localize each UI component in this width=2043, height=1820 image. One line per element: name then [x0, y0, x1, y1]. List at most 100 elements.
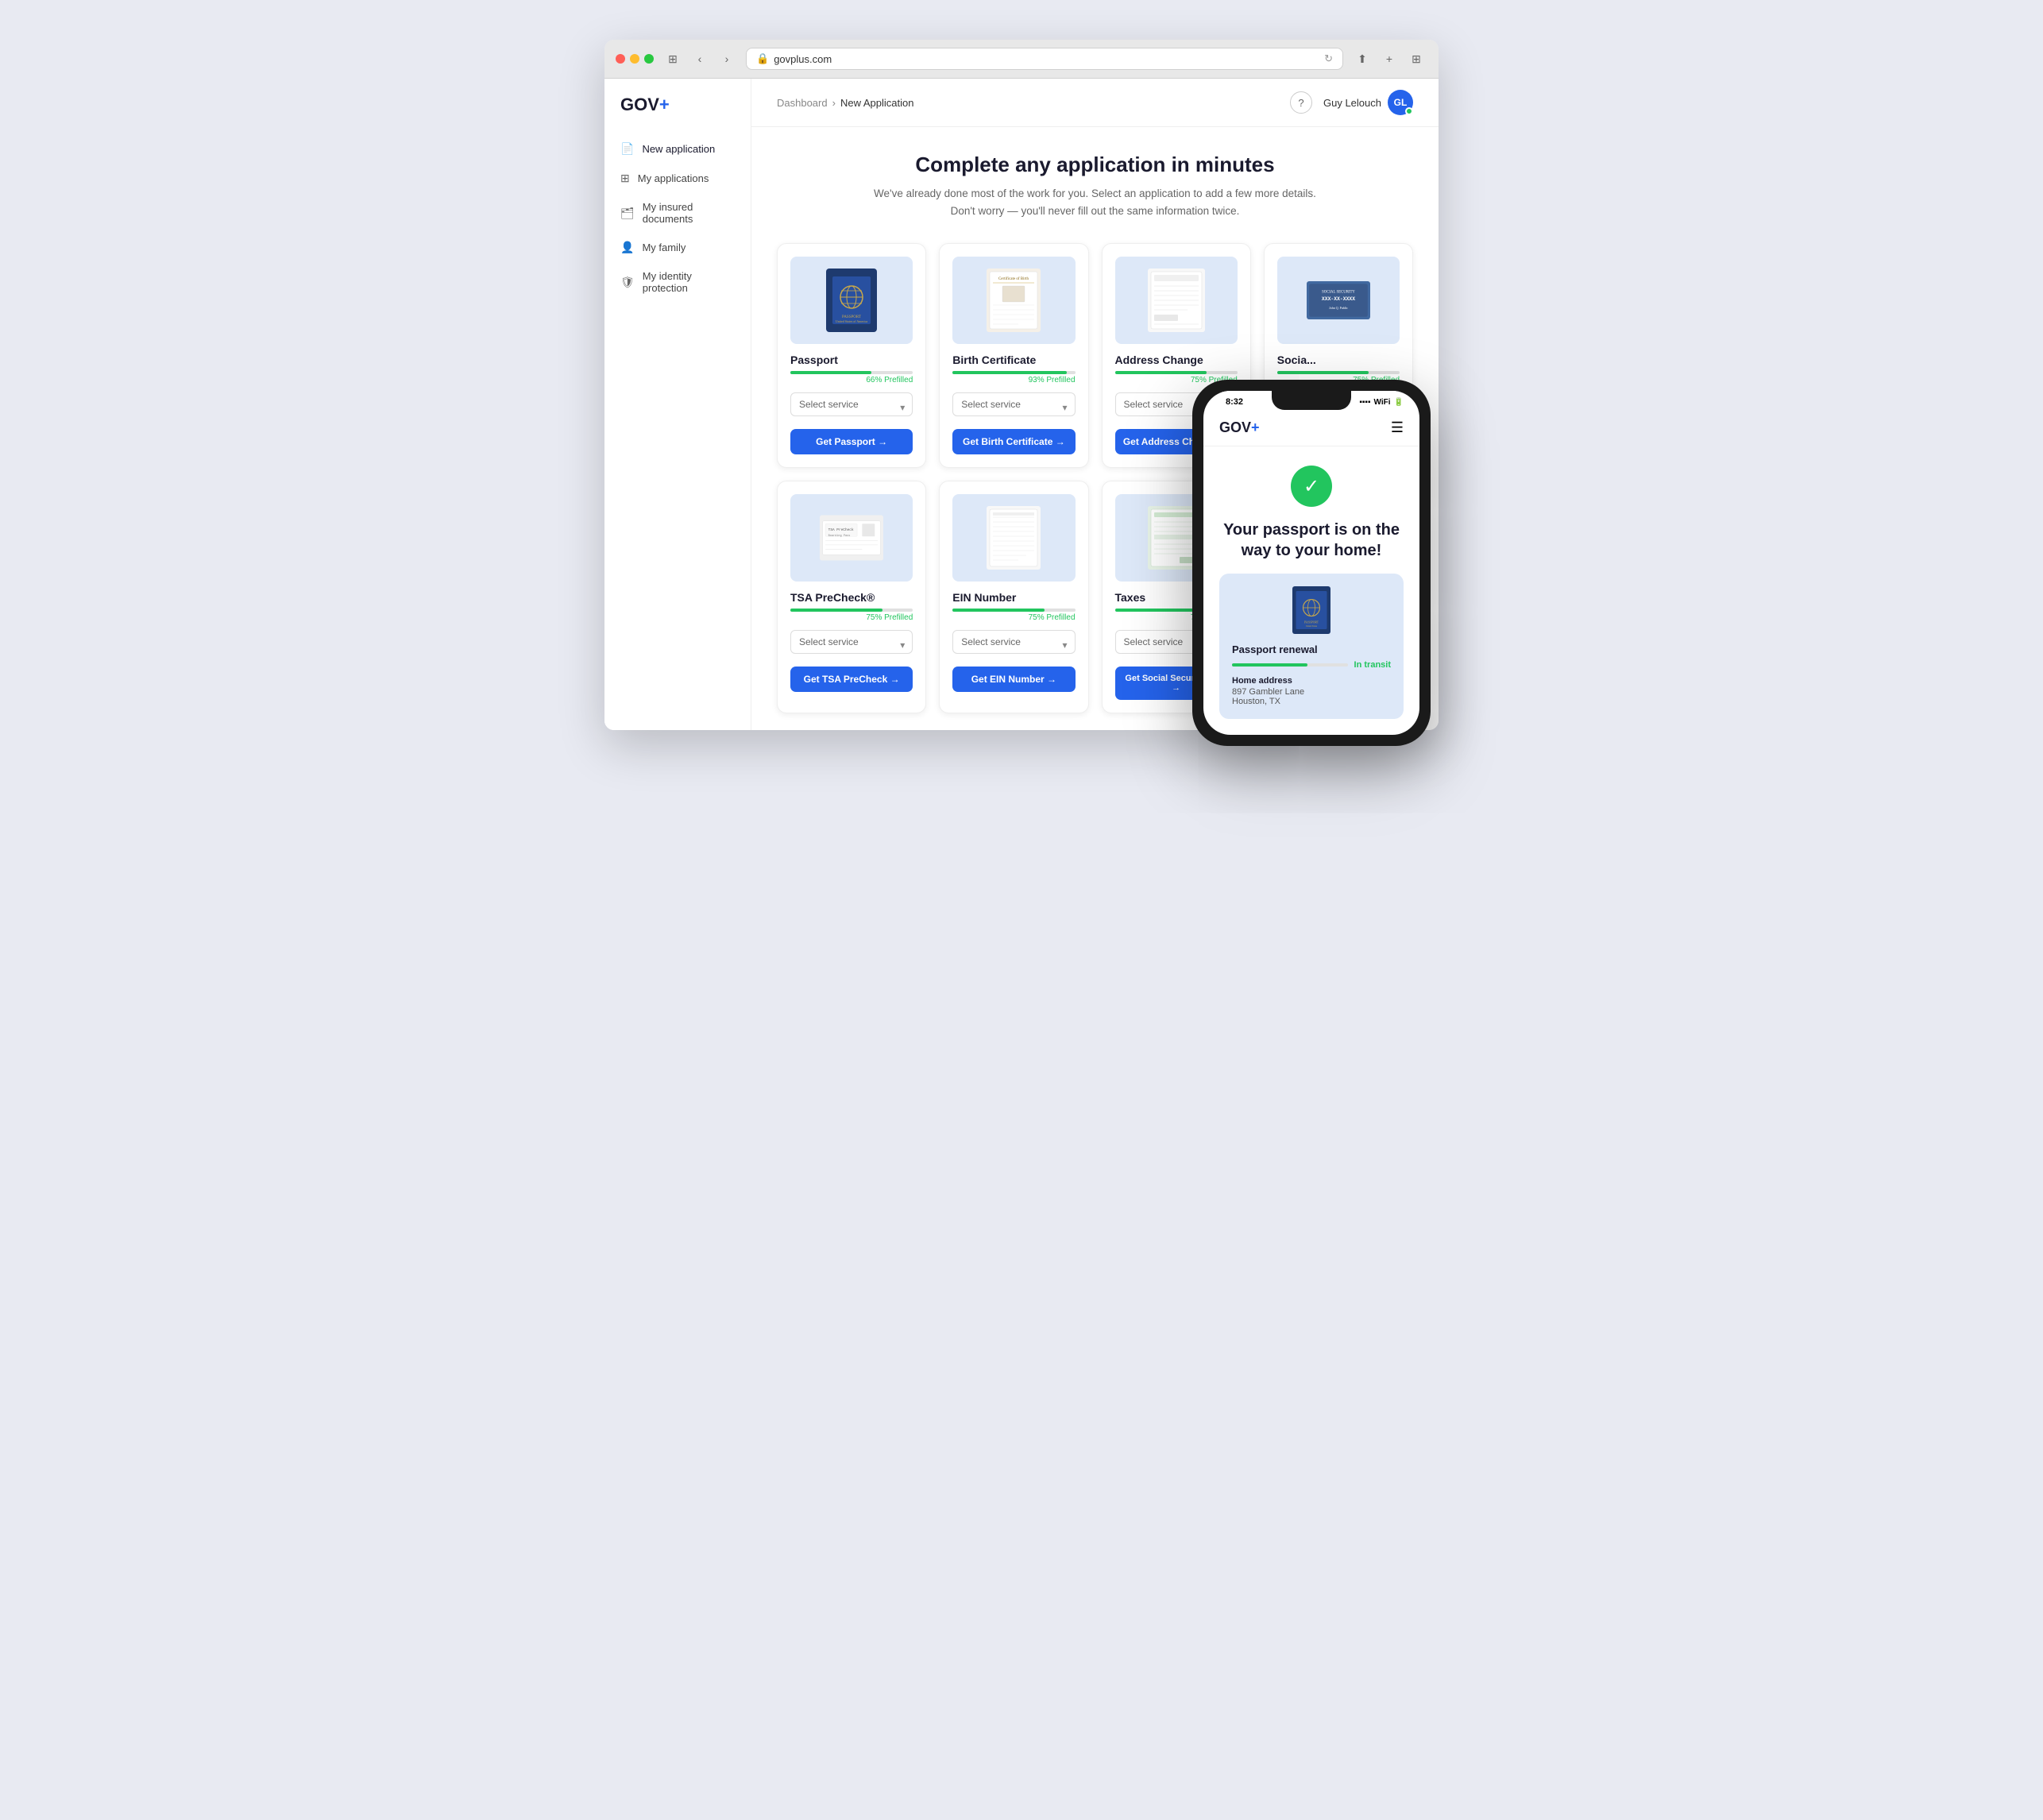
logo-plus: + [659, 95, 670, 114]
insured-documents-icon: 🗂 [620, 207, 635, 220]
get-passport-button[interactable]: Get Passport → [790, 429, 913, 454]
my-family-icon: 👤 [620, 241, 634, 254]
get-tsa-button[interactable]: Get TSA PreCheck → [790, 667, 913, 692]
svg-text:Certificate of Birth: Certificate of Birth [998, 277, 1029, 281]
address-change-title: Address Change [1115, 354, 1238, 366]
birth-certificate-prefill-label: 93% Prefilled [952, 376, 1075, 384]
ein-title: EIN Number [952, 591, 1075, 604]
social-security-icon: SOCIAL SECURITY XXX-XX-XXXX John Q. Publ… [1307, 280, 1370, 320]
passport-title: Passport [790, 354, 913, 366]
passport-select-wrapper: Select service [790, 392, 913, 423]
sidebar-label-new-application: New application [642, 143, 715, 155]
page-subtitle: We've already done most of the work for … [777, 185, 1413, 219]
phone-logo-gov: GOV [1219, 419, 1251, 435]
logo-gov: GOV [620, 95, 659, 114]
phone-screen: 8:32 ▪▪▪▪ WiFi 🔋 GOV+ ☰ [1203, 391, 1419, 735]
sidebar-item-insured-documents[interactable]: 🗂 My insured documents [604, 193, 751, 233]
breadcrumb-separator: › [832, 97, 836, 109]
address-change-prefill-fill [1115, 371, 1207, 374]
address-line2: Houston, TX [1232, 697, 1391, 706]
get-birth-certificate-button[interactable]: Get Birth Certificate → [952, 429, 1075, 454]
sidebar-item-my-applications[interactable]: ⊞ My applications [604, 164, 751, 193]
subtitle-line1: We've already done most of the work for … [874, 187, 1316, 199]
passport-image: PASSPORT United States of America [790, 257, 913, 344]
address-section: Home address 897 Gambler Lane Houston, T… [1232, 676, 1391, 706]
close-button[interactable] [616, 54, 625, 64]
passport-renewal-card: PASSPORT United States Passport renewal … [1219, 574, 1404, 719]
phone-status-icons: ▪▪▪▪ WiFi 🔋 [1359, 398, 1404, 407]
address-label: Home address [1232, 676, 1391, 686]
help-button[interactable]: ? [1290, 91, 1312, 114]
service-card-passport: PASSPORT United States of America Passpo… [777, 243, 926, 468]
lock-icon: 🔒 [756, 52, 769, 65]
phone-overlay: 8:32 ▪▪▪▪ WiFi 🔋 GOV+ ☰ [1192, 380, 1431, 746]
sidebar-label-my-family: My family [642, 242, 686, 253]
birth-certificate-image: Certificate of Birth [952, 257, 1075, 344]
new-tab-button[interactable]: + [1378, 48, 1400, 70]
user-name: Guy Lelouch [1323, 97, 1381, 109]
phone-nav: GOV+ ☰ [1203, 410, 1419, 446]
passport-prefill-fill [790, 371, 871, 374]
sidebar-item-identity-protection[interactable]: 🛡 My identity protection [604, 262, 751, 302]
breadcrumb-dashboard[interactable]: Dashboard [777, 97, 828, 109]
breadcrumb-current: New Application [840, 97, 914, 109]
birth-certificate-icon: Certificate of Birth [987, 269, 1041, 332]
forward-button[interactable]: › [716, 48, 738, 70]
logo: GOV+ [604, 95, 751, 134]
passport-renewal-image: PASSPORT United States [1280, 586, 1343, 634]
extensions-button[interactable]: ⊞ [1405, 48, 1427, 70]
sidebar: GOV+ 📄 New application ⊞ My applications… [604, 79, 751, 730]
passport-prefill-label: 66% Prefilled [790, 376, 913, 384]
ein-select[interactable]: Select service [952, 630, 1075, 654]
phone-success-message: Your passport is on the way to your home… [1219, 520, 1404, 561]
maximize-button[interactable] [644, 54, 654, 64]
tsa-icon: TSA PreCheck Boarding Pass [820, 512, 883, 563]
page-title: Complete any application in minutes [777, 153, 1413, 177]
breadcrumb: Dashboard › New Application [777, 97, 913, 109]
ein-select-wrapper: Select service [952, 630, 1075, 660]
my-applications-icon: ⊞ [620, 172, 630, 185]
svg-text:Boarding Pass: Boarding Pass [828, 534, 851, 538]
sidebar-item-my-family[interactable]: 👤 My family [604, 233, 751, 262]
birth-certificate-select[interactable]: Select service [952, 392, 1075, 416]
share-button[interactable]: ⬆ [1351, 48, 1373, 70]
url-text: govplus.com [774, 53, 832, 65]
passport-renewal-progress: In transit [1232, 660, 1391, 670]
ein-image [952, 494, 1075, 582]
social-security-title: Socia... [1277, 354, 1400, 366]
avatar-initials: GL [1394, 97, 1408, 108]
phone-frame: 8:32 ▪▪▪▪ WiFi 🔋 GOV+ ☰ [1192, 380, 1431, 746]
ein-prefill-label: 75% Prefilled [952, 613, 1075, 622]
new-application-icon: 📄 [620, 142, 634, 156]
sidebar-toggle-button[interactable]: ⊞ [662, 48, 684, 70]
back-button[interactable]: ‹ [689, 48, 711, 70]
phone-logo-plus: + [1251, 419, 1260, 435]
ein-prefill: 75% Prefilled [952, 609, 1075, 622]
sidebar-label-my-applications: My applications [638, 172, 709, 184]
phone-logo: GOV+ [1219, 419, 1260, 436]
phone-notch [1272, 391, 1351, 410]
url-bar[interactable]: 🔒 govplus.com ↻ [746, 48, 1343, 70]
signal-icon: ▪▪▪▪ [1359, 398, 1370, 407]
svg-text:XXX-XX-XXXX: XXX-XX-XXXX [1322, 296, 1355, 302]
browser-toolbar: ⊞ ‹ › 🔒 govplus.com ↻ ⬆ + ⊞ [604, 40, 1439, 79]
passport-icon: PASSPORT United States of America [826, 269, 877, 332]
identity-protection-icon: 🛡 [620, 276, 635, 289]
header-right: ? Guy Lelouch GL [1290, 90, 1413, 115]
sidebar-item-new-application[interactable]: 📄 New application [604, 134, 751, 164]
success-check-icon: ✓ [1291, 466, 1332, 507]
avatar[interactable]: GL [1388, 90, 1413, 115]
tsa-select[interactable]: Select service [790, 630, 913, 654]
passport-renewal-progress-fill [1232, 663, 1307, 667]
phone-menu-icon[interactable]: ☰ [1391, 419, 1404, 436]
get-ein-button[interactable]: Get EIN Number → [952, 667, 1075, 692]
svg-text:John Q. Public: John Q. Public [1329, 306, 1348, 310]
traffic-lights [616, 54, 654, 64]
tsa-prefill-label: 75% Prefilled [790, 613, 913, 622]
svg-text:PASSPORT: PASSPORT [1304, 621, 1319, 624]
passport-select[interactable]: Select service [790, 392, 913, 416]
minimize-button[interactable] [630, 54, 639, 64]
birth-certificate-select-wrapper: Select service [952, 392, 1075, 423]
ein-icon [987, 506, 1041, 570]
wifi-icon: WiFi [1374, 398, 1391, 407]
